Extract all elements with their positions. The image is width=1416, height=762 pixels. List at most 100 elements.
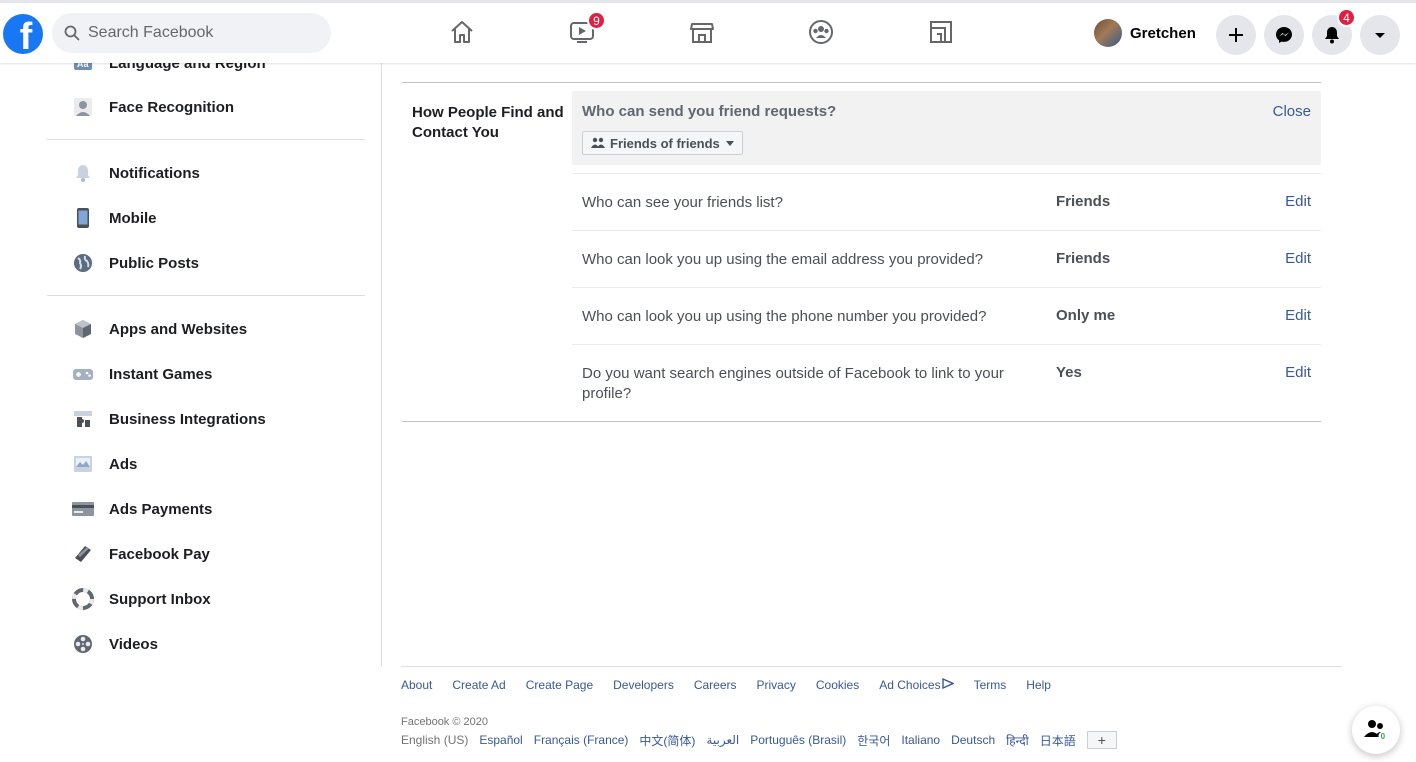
language-icon: Aa [70,63,96,76]
edit-link[interactable]: Edit [1285,250,1311,267]
copyright: Facebook © 2020 [401,716,488,728]
more-languages-button[interactable]: + [1086,731,1117,749]
language-selector: English (US) Español Français (France) 中… [401,731,1117,749]
friend-requests-editor: Who can send you friend requests? Close … [572,91,1321,165]
bell-icon [1325,27,1339,44]
account-menu-button[interactable] [1360,15,1400,55]
cube-icon [70,316,96,342]
section-divider [402,82,1321,83]
messenger-icon [1276,27,1292,43]
edit-link[interactable]: Edit [1285,193,1311,210]
footer-link-help[interactable]: Help [1026,678,1051,692]
avatar [1094,19,1122,47]
facebook-logo[interactable]: f [3,14,43,54]
sidebar-item-instant-games[interactable]: Instant Games [70,359,212,389]
groups-tab[interactable] [806,17,836,47]
create-button[interactable] [1216,15,1256,55]
globe-icon [70,250,96,276]
groups-icon [809,20,833,44]
edit-link[interactable]: Edit [1285,307,1311,324]
edit-link[interactable]: Edit [1285,364,1311,381]
footer-link-developers[interactable]: Developers [613,678,674,692]
gaming-tab[interactable] [926,17,956,47]
footer-divider [401,666,1342,667]
footer-link-create-page[interactable]: Create Page [526,678,593,692]
footer-link-careers[interactable]: Careers [694,678,737,692]
search-box[interactable] [52,13,331,53]
gamepad-icon [70,361,96,387]
sidebar-divider [47,139,365,140]
contacts-icon: 0 [1364,720,1388,741]
open-question: Who can send you friend requests? [582,103,837,120]
top-navigation-bar: f 9 Gretchen 4 [0,0,1416,63]
search-icon [64,25,80,41]
notifications-badge: 4 [1337,8,1356,27]
language-option[interactable]: العربية [706,733,739,747]
ads-icon [70,451,96,477]
current-language: English (US) [401,733,469,747]
profile-link[interactable]: Gretchen [1094,19,1196,47]
privacy-settings-main: How People Find and Contact You Who can … [382,63,1416,666]
search-input[interactable] [88,24,308,42]
sidebar-item-language-and-region[interactable]: Aa Language and Region [70,63,266,78]
home-icon [451,21,473,43]
sidebar-item-ads-payments[interactable]: Ads Payments [70,494,212,524]
messenger-button[interactable] [1264,15,1304,55]
sidebar-item-face-recognition[interactable]: Face Recognition [70,92,234,122]
pages-icon [930,21,952,43]
puzzle-icon [70,406,96,432]
section-divider [402,421,1321,422]
section-title: How People Find and Contact You [412,104,564,141]
caret-down-icon [725,140,734,146]
sidebar-item-apps-and-websites[interactable]: Apps and Websites [70,314,247,344]
sidebar-item-business-integrations[interactable]: Business Integrations [70,404,266,434]
sidebar-divider [47,295,365,296]
face-recognition-icon [70,94,96,120]
language-option[interactable]: Español [479,733,522,747]
sidebar-item-videos[interactable]: Videos [70,629,158,659]
language-option[interactable]: Français (France) [534,733,629,747]
sidebar-item-notifications[interactable]: Notifications [70,158,200,188]
caret-down-icon [1375,33,1385,38]
language-option[interactable]: 한국어 [857,732,890,749]
lifebuoy-icon [70,586,96,612]
footer-link-ad-choices[interactable]: Ad Choices [879,677,955,692]
marketplace-tab[interactable] [687,17,717,47]
row-divider [572,287,1321,288]
sidebar-item-support-inbox[interactable]: Support Inbox [70,584,211,614]
friends-icon [591,137,605,148]
close-link[interactable]: Close [1273,103,1311,120]
svg-text:Aa: Aa [77,63,89,69]
contacts-button[interactable]: 0 [1352,706,1400,754]
sidebar-item-ads[interactable]: Ads [70,449,137,479]
sidebar-item-public-posts[interactable]: Public Posts [70,248,199,278]
ad-choices-icon [941,677,955,690]
footer-links: About Create Ad Create Page Developers C… [401,677,1071,692]
storefront-icon [690,23,714,43]
sidebar-item-facebook-pay[interactable]: Facebook Pay [70,539,210,569]
sidebar-item-mobile[interactable]: Mobile [70,203,157,233]
language-option[interactable]: 中文(简体) [639,732,695,749]
language-option[interactable]: Deutsch [951,733,995,747]
footer-link-terms[interactable]: Terms [974,678,1007,692]
language-option[interactable]: 日本語 [1040,732,1076,749]
language-option[interactable]: हिन्दी [1006,732,1029,749]
row-divider [572,344,1321,345]
language-option[interactable]: Português (Brasil) [750,733,846,747]
footer-link-cookies[interactable]: Cookies [816,678,859,692]
contacts-count: 0 [1381,732,1386,741]
pay-icon [70,541,96,567]
mobile-icon [70,205,96,231]
credit-card-icon [70,496,96,522]
footer-link-about[interactable]: About [401,678,432,692]
home-tab[interactable] [447,17,477,47]
row-divider [572,173,1321,174]
bell-icon [70,160,96,186]
footer-link-privacy[interactable]: Privacy [757,678,796,692]
footer-link-create-ad[interactable]: Create Ad [452,678,505,692]
watch-badge: 9 [587,11,606,30]
audience-selector[interactable]: Friends of friends [582,131,743,155]
language-option[interactable]: Italiano [901,733,940,747]
settings-sidebar: Aa Language and Region Face Recognition … [0,63,382,666]
row-divider [572,230,1321,231]
